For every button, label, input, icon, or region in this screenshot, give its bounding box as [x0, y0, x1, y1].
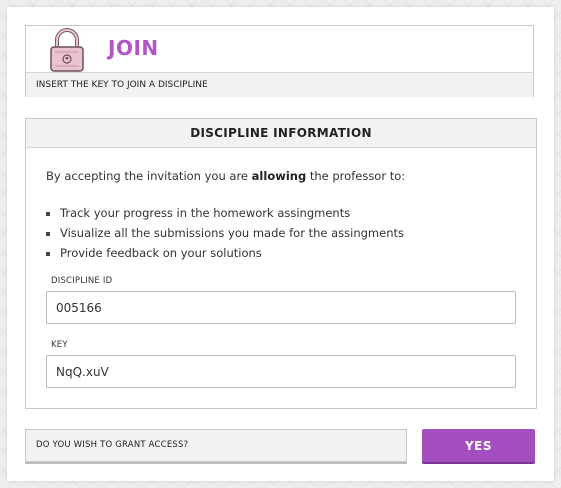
header-subtitle: INSERT THE KEY TO JOIN A DISCIPLINE	[26, 72, 533, 97]
permissions-list: Track your progress in the homework assi…	[46, 203, 404, 263]
list-item: Track your progress in the homework assi…	[46, 203, 404, 223]
join-dialog: JOIN INSERT THE KEY TO JOIN A DISCIPLINE…	[7, 7, 554, 481]
yes-button[interactable]: YES	[422, 429, 535, 462]
grant-access-prompt: DO YOU WISH TO GRANT ACCESS?	[25, 429, 407, 462]
intro-text: By accepting the invitation you are allo…	[46, 169, 405, 183]
permission-text: Provide feedback on your solutions	[60, 246, 262, 260]
section-title: DISCIPLINE INFORMATION	[26, 119, 536, 148]
list-item: Visualize all the submissions you made f…	[46, 223, 404, 243]
intro-text-end: the professor to:	[306, 169, 406, 183]
discipline-id-input[interactable]	[46, 291, 516, 324]
intro-text-start: By accepting the invitation you are	[46, 169, 252, 183]
padlock-icon	[50, 28, 84, 72]
list-item: Provide feedback on your solutions	[46, 243, 404, 263]
bullet-icon	[46, 231, 50, 236]
intro-text-bold: allowing	[251, 169, 307, 183]
discipline-id-label: DISCIPLINE ID	[51, 276, 113, 286]
bullet-icon	[46, 211, 50, 216]
join-header-card: JOIN INSERT THE KEY TO JOIN A DISCIPLINE	[25, 25, 534, 97]
bullet-icon	[46, 251, 50, 256]
page-title: JOIN	[108, 36, 159, 60]
discipline-info-card: DISCIPLINE INFORMATION By accepting the …	[25, 118, 537, 409]
key-input[interactable]	[46, 355, 516, 388]
permission-text: Track your progress in the homework assi…	[60, 206, 351, 220]
key-label: KEY	[51, 340, 68, 350]
permission-text: Visualize all the submissions you made f…	[60, 226, 404, 240]
